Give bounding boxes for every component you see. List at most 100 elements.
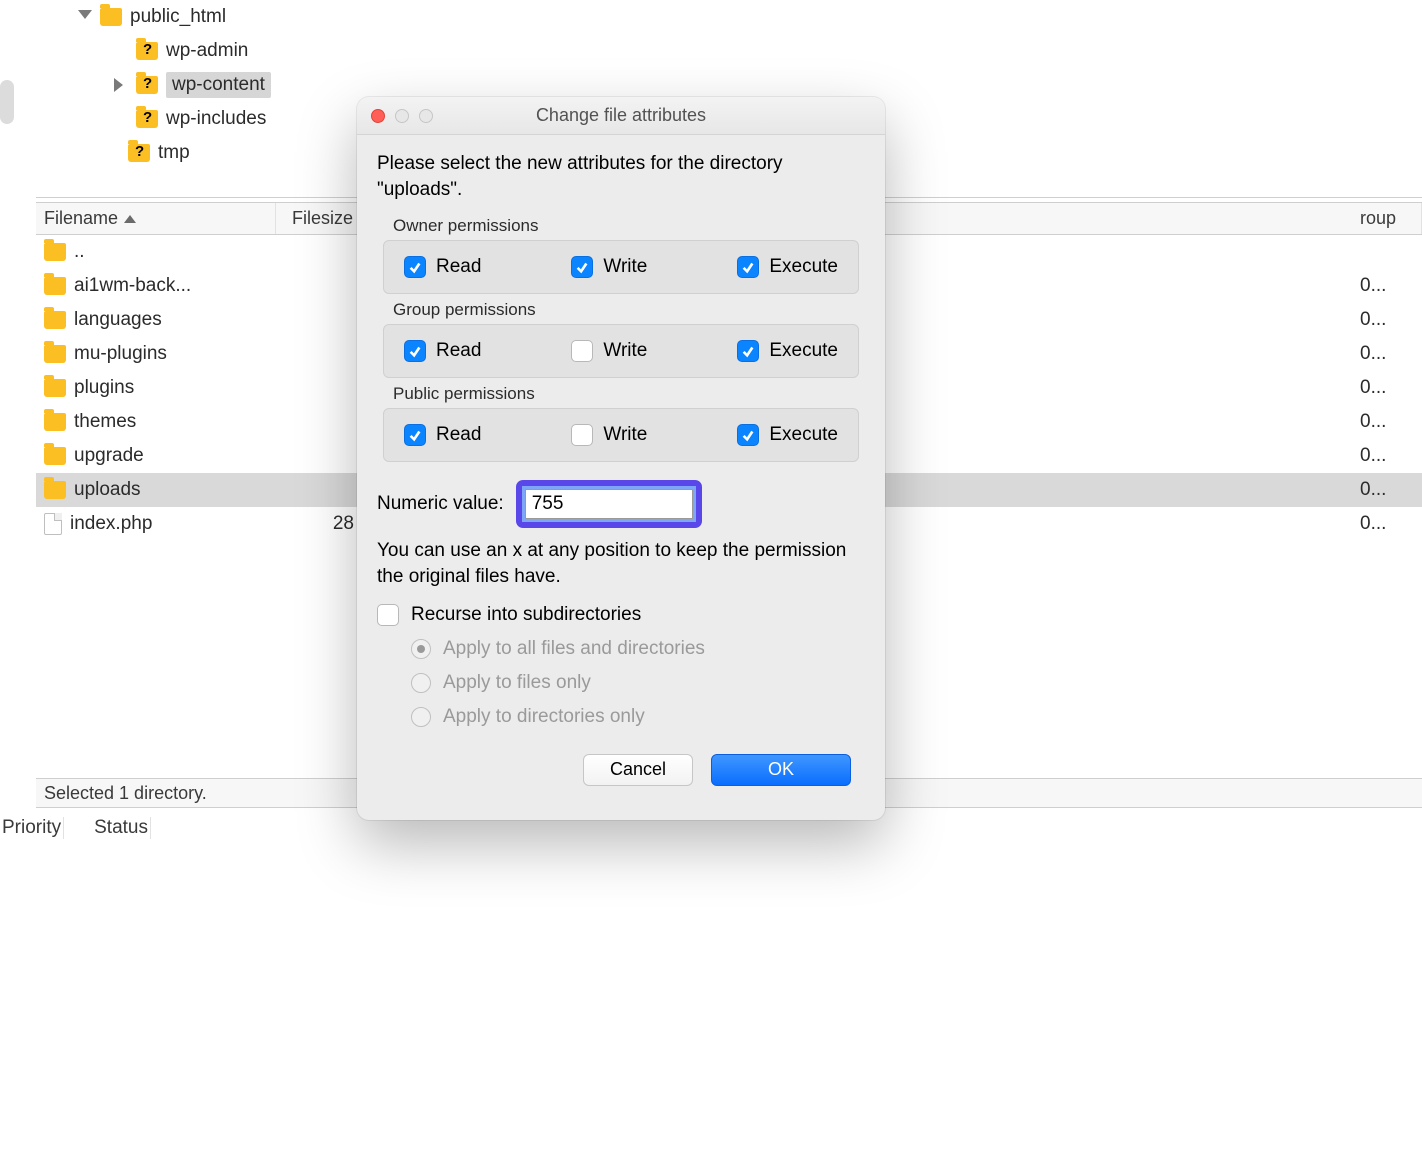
tree-item[interactable]: ? wp-admin	[36, 34, 1422, 68]
radio-icon	[411, 673, 431, 693]
owner-permissions: Read Write Execute	[383, 240, 859, 294]
folder-icon	[44, 379, 66, 397]
radio-label: Apply to all files and directories	[443, 638, 705, 660]
cell-name: index.php	[70, 513, 152, 535]
section-group-label: Group permissions	[371, 294, 871, 324]
folder-icon	[100, 8, 122, 26]
group-execute-checkbox[interactable]: Execute	[737, 340, 838, 362]
group-permissions: Read Write Execute	[383, 324, 859, 378]
section-public-label: Public permissions	[371, 378, 871, 408]
folder-icon	[44, 311, 66, 329]
folder-icon	[44, 243, 66, 261]
checkbox-label: Read	[436, 424, 481, 446]
tree-item[interactable]: public_html	[36, 0, 1422, 34]
checkbox-label: Read	[436, 340, 481, 362]
cell-group: 0...	[1360, 411, 1386, 433]
public-execute-checkbox[interactable]: Execute	[737, 424, 838, 446]
checkbox-label: Write	[603, 256, 647, 278]
recurse-radio-group: Apply to all files and directories Apply…	[371, 630, 871, 744]
column-group[interactable]: roup	[1352, 203, 1422, 234]
cell-group: 0...	[1360, 479, 1386, 501]
cell-name: ai1wm-back...	[74, 275, 191, 297]
owner-read-checkbox[interactable]: Read	[404, 256, 481, 278]
tree-label: tmp	[158, 142, 190, 164]
cell-name: plugins	[74, 377, 134, 399]
checkbox-label: Write	[603, 424, 647, 446]
dialog-titlebar[interactable]: Change file attributes	[357, 97, 885, 135]
folder-question-icon: ?	[136, 110, 158, 128]
group-read-checkbox[interactable]: Read	[404, 340, 481, 362]
dialog-title: Change file attributes	[357, 105, 885, 126]
public-permissions: Read Write Execute	[383, 408, 859, 462]
checkbox-icon	[404, 256, 426, 278]
cell-group: 0...	[1360, 445, 1386, 467]
cell-group: 0...	[1360, 275, 1386, 297]
column-status[interactable]: Status	[92, 817, 151, 839]
cell-name: ..	[74, 241, 85, 263]
owner-write-checkbox[interactable]: Write	[571, 256, 647, 278]
ok-button[interactable]: OK	[711, 754, 851, 786]
column-priority[interactable]: Priority	[0, 817, 64, 839]
button-label: OK	[768, 759, 794, 780]
checkbox-icon	[404, 424, 426, 446]
folder-icon	[44, 277, 66, 295]
numeric-value-input[interactable]	[525, 489, 693, 519]
chevron-down-icon[interactable]	[78, 10, 92, 24]
folder-question-icon: ?	[136, 76, 158, 94]
radio-apply-dirs: Apply to directories only	[411, 700, 871, 734]
folder-icon	[44, 447, 66, 465]
sort-ascending-icon	[124, 215, 136, 223]
column-filesize[interactable]: Filesize	[276, 203, 362, 234]
scroll-thumb[interactable]	[0, 80, 14, 124]
cell-group: 0...	[1360, 309, 1386, 331]
checkbox-icon	[737, 424, 759, 446]
chevron-right-icon[interactable]	[114, 78, 128, 92]
checkbox-label: Execute	[769, 256, 838, 278]
group-write-checkbox[interactable]: Write	[571, 340, 647, 362]
recurse-label: Recurse into subdirectories	[411, 604, 641, 626]
file-icon	[44, 513, 62, 535]
column-filename[interactable]: Filename	[36, 203, 276, 234]
tree-label: wp-admin	[166, 40, 248, 62]
numeric-value-highlight	[516, 480, 702, 528]
cell-size: 28	[333, 513, 354, 535]
checkbox-label: Execute	[769, 424, 838, 446]
cell-group: 0...	[1360, 343, 1386, 365]
button-label: Cancel	[610, 759, 666, 780]
checkbox-label: Write	[603, 340, 647, 362]
folder-icon	[44, 413, 66, 431]
checkbox-label: Execute	[769, 340, 838, 362]
checkbox-icon	[404, 340, 426, 362]
radio-label: Apply to directories only	[443, 706, 645, 728]
radio-label: Apply to files only	[443, 672, 591, 694]
cell-name: uploads	[74, 479, 141, 501]
public-write-checkbox[interactable]: Write	[571, 424, 647, 446]
cell-name: mu-plugins	[74, 343, 167, 365]
owner-execute-checkbox[interactable]: Execute	[737, 256, 838, 278]
checkbox-icon	[571, 340, 593, 362]
column-label: Filename	[44, 208, 118, 229]
radio-icon	[411, 639, 431, 659]
cell-name: languages	[74, 309, 162, 331]
cell-name: upgrade	[74, 445, 144, 467]
dialog-intro: Please select the new attributes for the…	[371, 151, 871, 210]
public-read-checkbox[interactable]: Read	[404, 424, 481, 446]
checkbox-icon	[737, 256, 759, 278]
tree-label: public_html	[130, 6, 226, 28]
cell-group: 0...	[1360, 377, 1386, 399]
section-owner-label: Owner permissions	[371, 210, 871, 240]
cell-group: 0...	[1360, 513, 1386, 535]
numeric-note: You can use an x at any position to keep…	[371, 532, 871, 599]
tree-label: wp-includes	[166, 108, 266, 130]
column-label: roup	[1360, 208, 1396, 229]
checkbox-icon	[737, 340, 759, 362]
cancel-button[interactable]: Cancel	[583, 754, 693, 786]
folder-icon	[44, 345, 66, 363]
checkbox-icon	[571, 424, 593, 446]
cell-name: themes	[74, 411, 136, 433]
change-attributes-dialog: Change file attributes Please select the…	[357, 97, 885, 820]
recurse-checkbox[interactable]	[377, 604, 399, 626]
radio-apply-all: Apply to all files and directories	[411, 632, 871, 666]
tree-label: wp-content	[166, 72, 271, 98]
folder-question-icon: ?	[136, 42, 158, 60]
